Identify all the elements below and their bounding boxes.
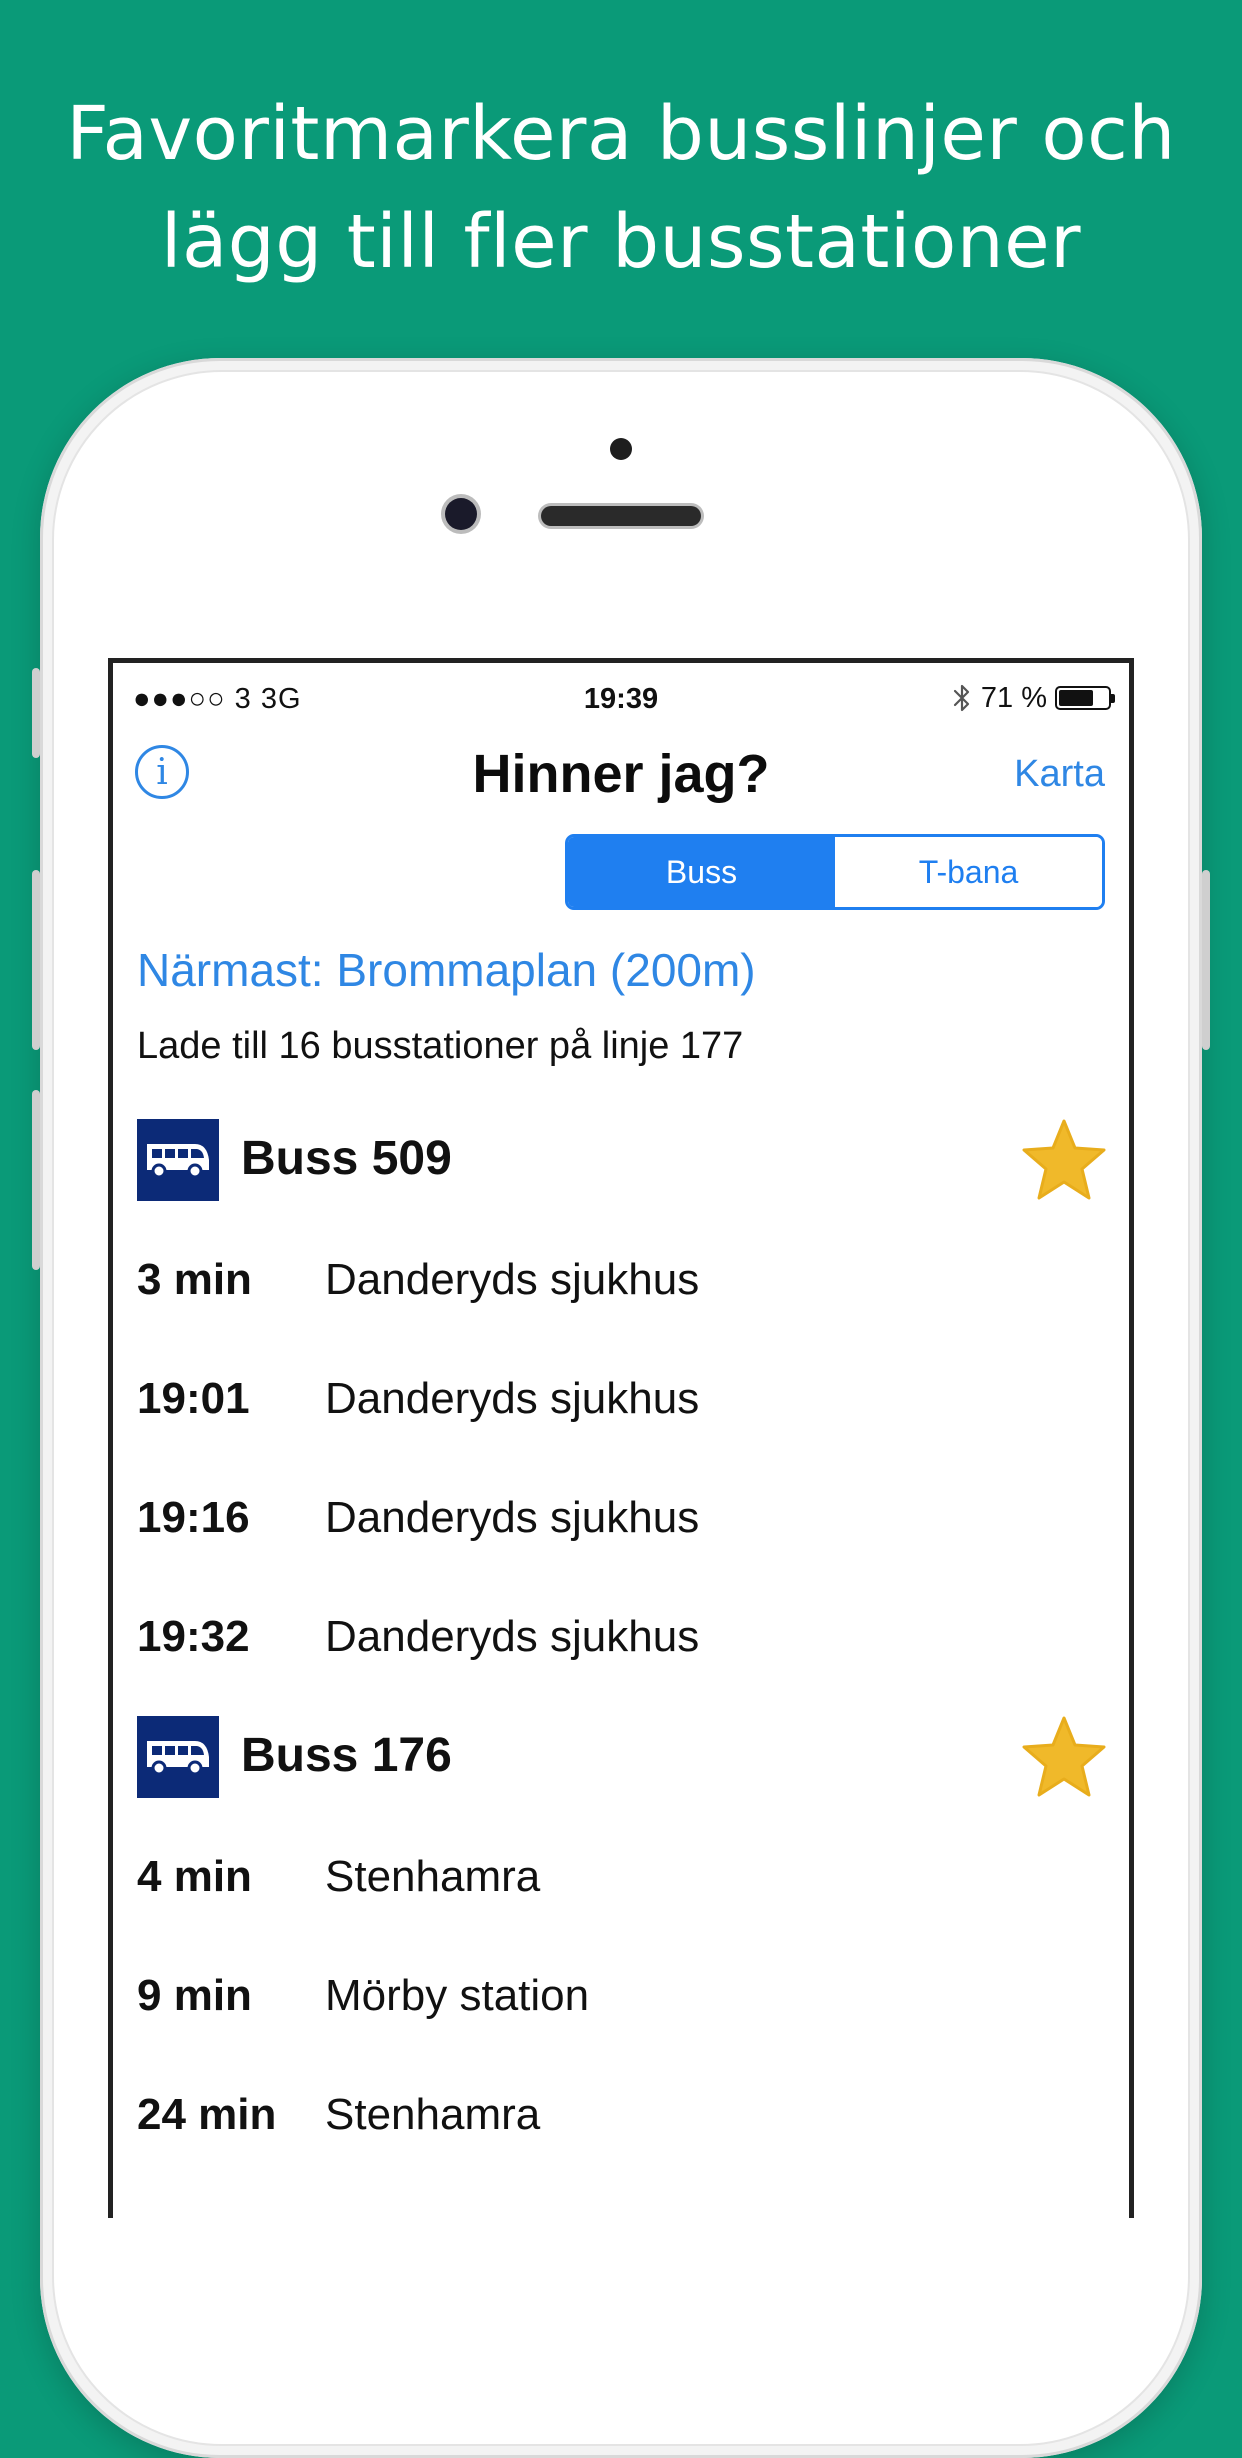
departure-time: 19:32: [137, 1612, 250, 1661]
battery-fill: [1059, 690, 1094, 706]
departure-row[interactable]: 4 min Stenhamra: [137, 1852, 1107, 1922]
departure-time: 9 min: [137, 1971, 252, 2020]
departure-destination: Danderyds sjukhus: [325, 1255, 700, 1304]
promo-line-2: lägg till fler busstationer: [160, 199, 1082, 285]
departure-destination: Danderyds sjukhus: [325, 1493, 700, 1542]
mute-switch: [32, 668, 40, 758]
nav-title: Hinner jag?: [472, 744, 770, 804]
favorite-star-icon[interactable]: [1021, 1714, 1107, 1800]
departure-time: 4 min: [137, 1852, 252, 1901]
earpiece-speaker: [541, 506, 701, 526]
departure-time: 24 min: [137, 2090, 277, 2139]
bus-glyph: [147, 1741, 209, 1776]
bus-glyph: [147, 1144, 209, 1179]
promo-line-1: Favoritmarkera busslinjer och: [66, 91, 1176, 177]
status-right: 71 %: [951, 681, 1115, 715]
segment-buss[interactable]: Buss: [568, 837, 835, 907]
status-bar: ●●●○○ 3 3G 19:39 71 %: [113, 663, 1129, 735]
departure-destination: Stenhamra: [325, 1852, 541, 1901]
bus-icon: [137, 1119, 219, 1201]
added-stations-notice: Lade till 16 busstationer på linje 177: [137, 1025, 744, 1067]
line-name: Buss 509: [241, 1132, 452, 1185]
departure-time: 19:16: [137, 1493, 250, 1542]
power-button: [1202, 870, 1210, 1050]
segment-t-bana[interactable]: T-bana: [835, 837, 1102, 907]
proximity-sensor: [610, 438, 632, 460]
line-header-509: Buss 509: [137, 1119, 1107, 1205]
volume-up-button: [32, 870, 40, 1050]
departure-row[interactable]: 24 min Stenhamra: [137, 2090, 1107, 2160]
nearest-station-link[interactable]: Närmast: Brommaplan (200m): [137, 943, 756, 997]
front-camera-icon: [445, 498, 477, 530]
departure-row[interactable]: 9 min Mörby station: [137, 1971, 1107, 2041]
departure-row[interactable]: 19:16 Danderyds sjukhus: [137, 1493, 1107, 1563]
departure-row[interactable]: 3 min Danderyds sjukhus: [137, 1255, 1107, 1325]
battery-icon: [1055, 686, 1115, 710]
line-name: Buss 176: [241, 1729, 452, 1782]
map-button[interactable]: Karta: [1014, 753, 1105, 796]
promo-headline: Favoritmarkera busslinjer och lägg till …: [0, 80, 1242, 296]
departure-destination: Mörby station: [325, 1971, 590, 2020]
departure-row[interactable]: 19:32 Danderyds sjukhus: [137, 1612, 1107, 1682]
departure-destination: Danderyds sjukhus: [325, 1374, 700, 1423]
departure-time: 3 min: [137, 1255, 252, 1304]
departure-destination: Danderyds sjukhus: [325, 1612, 700, 1661]
bluetooth-icon: [953, 684, 969, 712]
departure-destination: Stenhamra: [325, 2090, 541, 2139]
transport-segmented-control: Buss T-bana: [565, 834, 1105, 910]
app-screen: ●●●○○ 3 3G 19:39 71 % i Hinner jag? Kart…: [108, 658, 1134, 2218]
favorite-star-icon[interactable]: [1021, 1117, 1107, 1203]
volume-down-button: [32, 1090, 40, 1270]
departure-row[interactable]: 19:01 Danderyds sjukhus: [137, 1374, 1107, 1444]
battery-percent: 71 %: [980, 681, 1047, 714]
bus-icon: [137, 1716, 219, 1798]
line-header-176: Buss 176: [137, 1716, 1107, 1802]
departure-time: 19:01: [137, 1374, 250, 1423]
nav-bar: i Hinner jag? Karta: [113, 735, 1129, 825]
